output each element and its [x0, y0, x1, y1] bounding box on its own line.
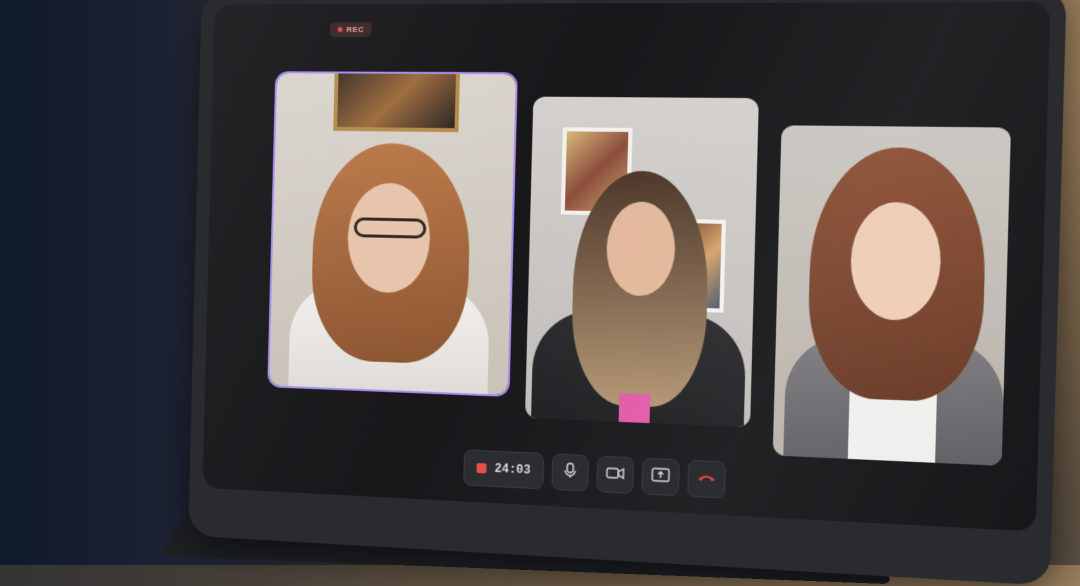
stop-record-icon — [476, 463, 486, 474]
microphone-button[interactable] — [551, 453, 589, 491]
video-camera-icon — [606, 465, 625, 485]
participant-tile-3[interactable] — [773, 125, 1011, 466]
camera-button[interactable] — [596, 456, 634, 494]
participant-tile-1[interactable] — [269, 73, 516, 395]
end-call-button[interactable] — [687, 460, 726, 499]
share-screen-button[interactable] — [641, 458, 679, 497]
participant-tile-2[interactable] — [525, 97, 759, 428]
participant-top — [619, 393, 651, 425]
wall-painting — [333, 73, 460, 132]
call-timer: 24:03 — [494, 462, 531, 478]
call-controls-bar: 24:03 — [463, 449, 726, 498]
recording-timer-button[interactable]: 24:03 — [463, 449, 544, 489]
recording-dot-icon — [338, 27, 343, 32]
share-screen-icon — [651, 467, 670, 487]
end-call-icon — [697, 469, 716, 488]
video-call-window: REC — [202, 2, 1050, 532]
laptop-screen-bezel: REC — [188, 0, 1067, 586]
recording-badge: REC — [330, 22, 372, 37]
glasses-shape — [354, 217, 427, 238]
recording-label: REC — [346, 25, 364, 34]
microphone-icon — [563, 462, 578, 484]
